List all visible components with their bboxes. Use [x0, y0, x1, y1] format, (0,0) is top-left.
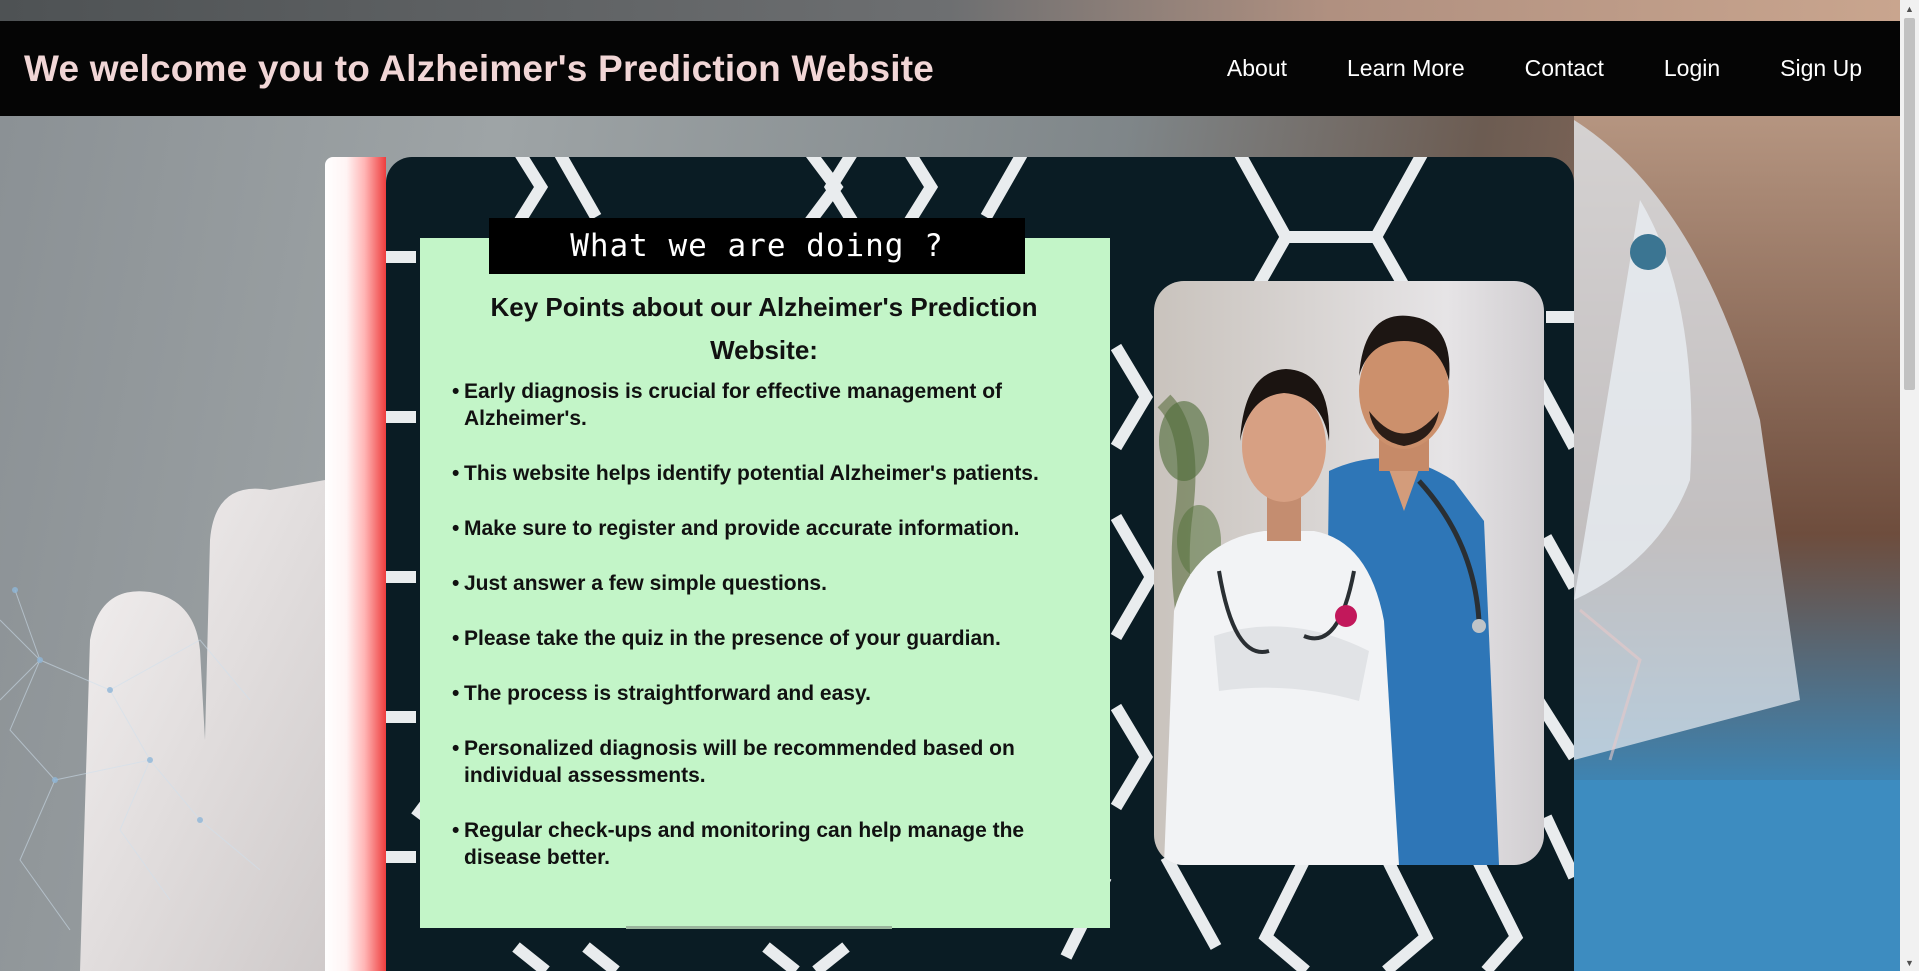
scroll-thumb[interactable] — [1904, 18, 1915, 390]
point-text: Early diagnosis is crucial for effective… — [464, 380, 1003, 430]
scroll-up-icon[interactable]: ▲ — [1900, 0, 1919, 17]
scroll-down-icon[interactable]: ▼ — [1900, 954, 1919, 971]
point-text: Personalized diagnosis will be recommend… — [464, 737, 1015, 787]
bullet: • — [452, 380, 460, 403]
list-item: • This website helps identify potential A… — [452, 460, 1076, 487]
panel-title: Key Points about our Alzheimer's Predict… — [490, 292, 1038, 365]
bullet: • — [452, 462, 460, 485]
site-title: We welcome you to Alzheimer's Prediction… — [24, 47, 935, 89]
list-item: • Please take the quiz in the presence of… — [452, 625, 1076, 652]
card-accent-bar — [325, 157, 386, 971]
key-points-list: • Early diagnosis is crucial for effectiv… — [452, 378, 1076, 871]
panel-footer-line — [626, 926, 892, 929]
bullet: • — [452, 737, 460, 760]
top-strip — [0, 0, 1900, 21]
nav-links: About Learn More Contact Login Sign Up — [1197, 55, 1862, 82]
key-points-panel: Key Points about our Alzheimer's Predict… — [420, 238, 1110, 928]
bullet: • — [452, 627, 460, 650]
point-text: Just answer a few simple questions. — [464, 572, 827, 595]
doctors-illustration — [1157, 315, 1499, 865]
list-item: • Personalized diagnosis will be recommen… — [452, 735, 1076, 789]
list-item: • Regular check-ups and monitoring can he… — [452, 817, 1076, 871]
bullet: • — [452, 517, 460, 540]
bullet: • — [452, 819, 460, 842]
list-item: • The process is straightforward and easy… — [452, 680, 1076, 707]
nav-link-sign-up[interactable]: Sign Up — [1750, 55, 1862, 82]
list-item: • Make sure to register and provide accur… — [452, 515, 1076, 542]
point-text: Make sure to register and provide accura… — [464, 517, 1020, 540]
point-text: This website helps identify potential Al… — [464, 462, 1039, 485]
point-text: Regular check-ups and monitoring can hel… — [464, 819, 1025, 869]
nav-link-learn-more[interactable]: Learn More — [1317, 55, 1495, 82]
list-item: • Just answer a few simple questions. — [452, 570, 1076, 597]
nav-link-about[interactable]: About — [1197, 55, 1317, 82]
section-heading: What we are doing ? — [489, 218, 1025, 274]
navbar: We welcome you to Alzheimer's Prediction… — [0, 21, 1900, 116]
point-text: Please take the quiz in the presence of … — [464, 627, 1001, 650]
doctors-photo — [1154, 281, 1544, 865]
bullet: • — [452, 572, 460, 595]
point-text: The process is straightforward and easy. — [464, 682, 871, 705]
bullet: • — [452, 682, 460, 705]
nav-link-login[interactable]: Login — [1634, 55, 1750, 82]
list-item: • Early diagnosis is crucial for effectiv… — [452, 378, 1076, 432]
nav-link-contact[interactable]: Contact — [1495, 55, 1634, 82]
scrollbar[interactable]: ▲ ▼ — [1900, 0, 1919, 971]
